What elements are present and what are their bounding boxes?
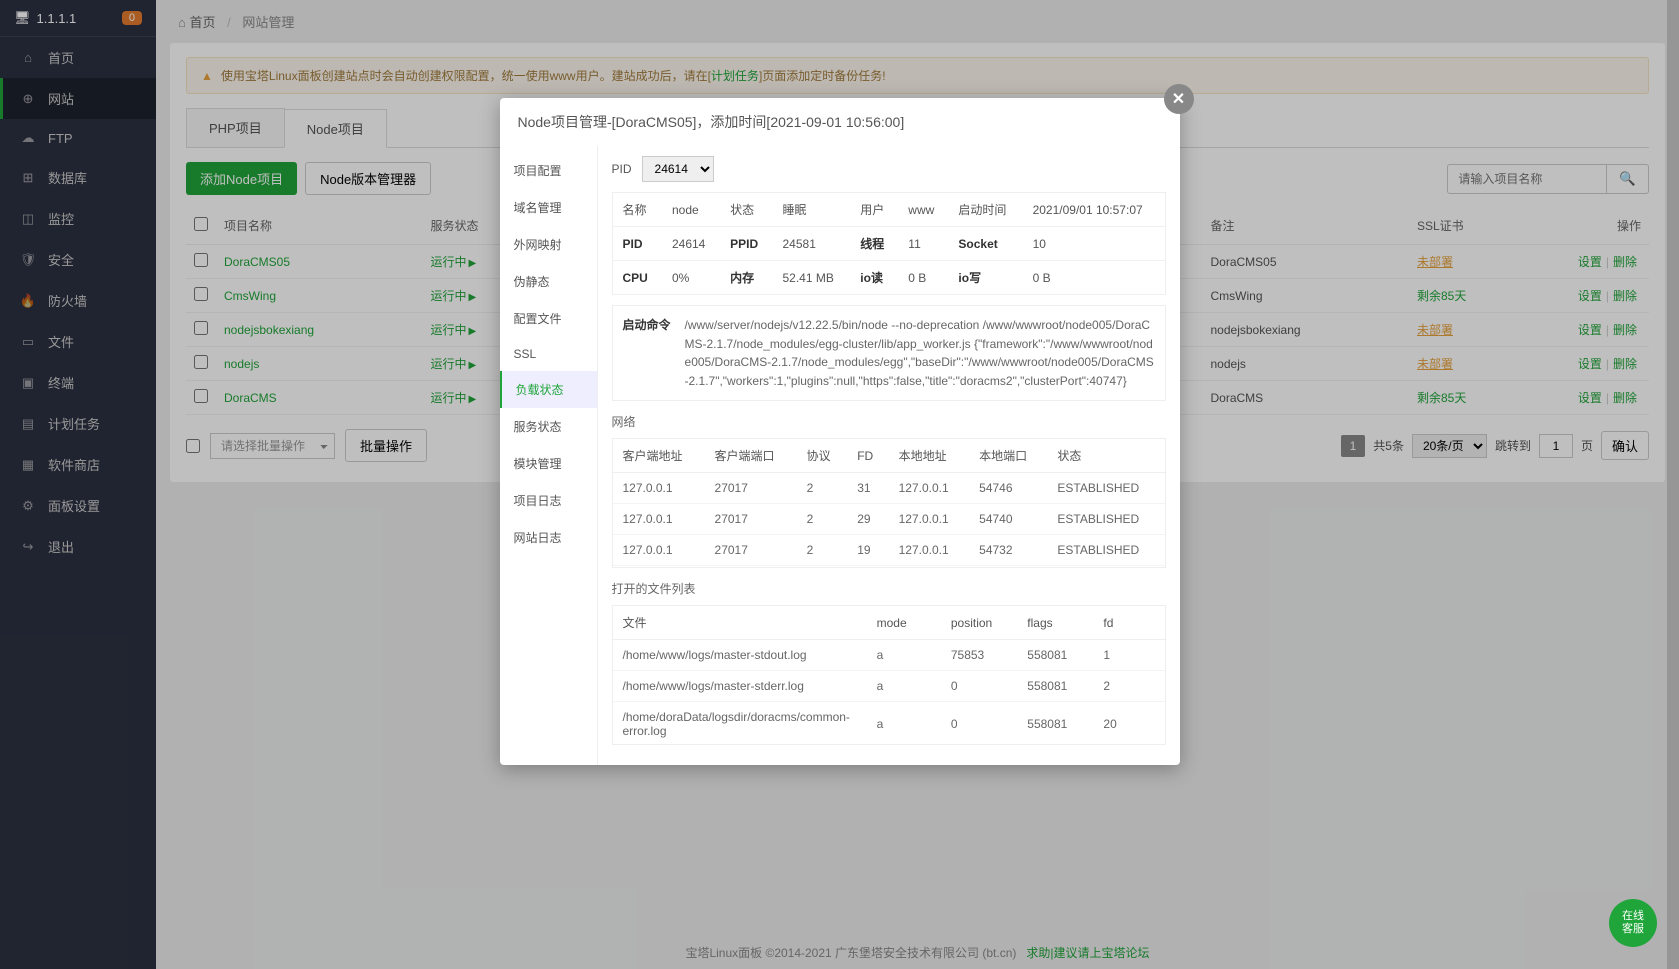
- modal-close-button[interactable]: ✕: [1164, 84, 1194, 114]
- pid-select[interactable]: 24614: [642, 156, 714, 182]
- file-row: /home/www/logs/master-stderr.loga0558081…: [613, 671, 1165, 702]
- file-row: /home/doraData/logsdir/doracms/common-er…: [613, 702, 1165, 746]
- support-float-button[interactable]: 在线 客服: [1609, 899, 1657, 947]
- files-table-wrap[interactable]: 文件modepositionflagsfd/home/www/logs/mast…: [612, 605, 1166, 745]
- modal-tab-0[interactable]: 项目配置: [500, 152, 597, 189]
- project-manage-modal: ✕ Node项目管理-[DoraCMS05]，添加时间[2021-09-01 1…: [500, 98, 1180, 765]
- modal-tab-4[interactable]: 配置文件: [500, 300, 597, 337]
- modal-tab-3[interactable]: 伪静态: [500, 263, 597, 300]
- network-table: 客户端地址客户端端口协议FD本地地址本地端口状态127.0.0.12701723…: [613, 439, 1165, 568]
- modal-tab-5[interactable]: SSL: [500, 337, 597, 371]
- close-icon: ✕: [1172, 89, 1185, 109]
- modal-sidebar: 项目配置域名管理外网映射伪静态配置文件SSL负载状态服务状态模块管理项目日志网站…: [500, 146, 598, 765]
- modal-tab-6[interactable]: 负载状态: [500, 371, 597, 408]
- start-command: 启动命令 /www/server/nodejs/v12.22.5/bin/nod…: [612, 305, 1166, 401]
- modal-title: Node项目管理-[DoraCMS05]，添加时间[2021-09-01 10:…: [500, 98, 1180, 146]
- net-row: 127.0.0.127017229127.0.0.154740ESTABLISH…: [613, 504, 1165, 535]
- file-row: /home/www/logs/master-stdout.loga7585355…: [613, 640, 1165, 671]
- net-row: 127.0.0.127017219127.0.0.154732ESTABLISH…: [613, 535, 1165, 566]
- files-table: 文件modepositionflagsfd/home/www/logs/mast…: [613, 606, 1165, 745]
- modal-tab-10[interactable]: 网站日志: [500, 519, 597, 556]
- net-row: 127.0.0.127017226127.0.0.154734ESTABLISH…: [613, 566, 1165, 569]
- net-row: 127.0.0.127017231127.0.0.154746ESTABLISH…: [613, 473, 1165, 504]
- process-info-table: 名称node状态睡眠用户www启动时间2021/09/01 10:57:07PI…: [612, 192, 1166, 295]
- modal-tab-8[interactable]: 模块管理: [500, 445, 597, 482]
- modal-tab-9[interactable]: 项目日志: [500, 482, 597, 519]
- modal-tab-7[interactable]: 服务状态: [500, 408, 597, 445]
- modal-tab-2[interactable]: 外网映射: [500, 226, 597, 263]
- modal-tab-1[interactable]: 域名管理: [500, 189, 597, 226]
- modal-overlay: ✕ Node项目管理-[DoraCMS05]，添加时间[2021-09-01 1…: [0, 0, 1679, 969]
- network-table-wrap[interactable]: 客户端地址客户端端口协议FD本地地址本地端口状态127.0.0.12701723…: [612, 438, 1166, 568]
